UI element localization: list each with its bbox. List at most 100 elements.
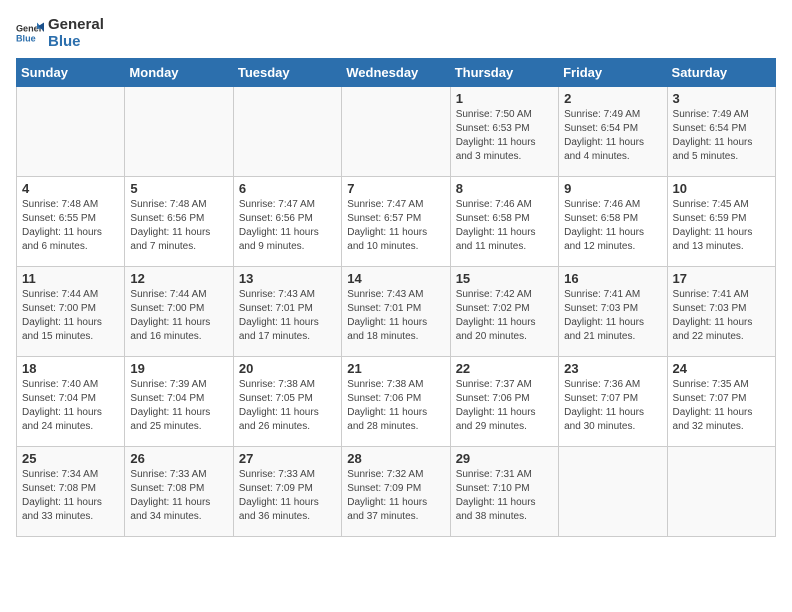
day-info: Sunrise: 7:34 AM Sunset: 7:08 PM Dayligh… xyxy=(22,468,119,524)
calendar-cell xyxy=(17,87,125,177)
day-number: 11 xyxy=(22,271,119,286)
calendar-week-4: 18 Sunrise: 7:40 AM Sunset: 7:04 PM Dayli… xyxy=(17,357,776,447)
day-number: 5 xyxy=(130,181,227,196)
day-info: Sunrise: 7:36 AM Sunset: 7:07 PM Dayligh… xyxy=(564,378,661,434)
day-number: 15 xyxy=(456,271,553,286)
day-info: Sunrise: 7:35 AM Sunset: 7:07 PM Dayligh… xyxy=(673,378,770,434)
calendar-cell: 23 Sunrise: 7:36 AM Sunset: 7:07 PM Dayli… xyxy=(559,357,667,447)
page-header: General Blue General Blue xyxy=(16,16,776,50)
calendar-cell xyxy=(125,87,233,177)
weekday-header-saturday: Saturday xyxy=(667,59,775,87)
calendar-cell: 18 Sunrise: 7:40 AM Sunset: 7:04 PM Dayli… xyxy=(17,357,125,447)
day-info: Sunrise: 7:37 AM Sunset: 7:06 PM Dayligh… xyxy=(456,378,553,434)
calendar-cell: 14 Sunrise: 7:43 AM Sunset: 7:01 PM Dayli… xyxy=(342,267,450,357)
day-number: 4 xyxy=(22,181,119,196)
svg-text:Blue: Blue xyxy=(16,33,36,43)
calendar-cell: 21Sunrise: 7:38 AM Sunset: 7:06 PM Dayli… xyxy=(342,357,450,447)
day-info: Sunrise: 7:42 AM Sunset: 7:02 PM Dayligh… xyxy=(456,288,553,344)
day-info: Sunrise: 7:33 AM Sunset: 7:08 PM Dayligh… xyxy=(130,468,227,524)
day-info: Sunrise: 7:46 AM Sunset: 6:58 PM Dayligh… xyxy=(456,198,553,254)
day-info: Sunrise: 7:31 AM Sunset: 7:10 PM Dayligh… xyxy=(456,468,553,524)
day-info: Sunrise: 7:49 AM Sunset: 6:54 PM Dayligh… xyxy=(564,108,661,164)
calendar-cell: 11 Sunrise: 7:44 AM Sunset: 7:00 PM Dayli… xyxy=(17,267,125,357)
calendar-cell xyxy=(559,447,667,537)
day-info: Sunrise: 7:43 AM Sunset: 7:01 PM Dayligh… xyxy=(347,288,444,344)
calendar-cell: 1 Sunrise: 7:50 AM Sunset: 6:53 PM Daylig… xyxy=(450,87,558,177)
calendar-cell: 10 Sunrise: 7:45 AM Sunset: 6:59 PM Dayli… xyxy=(667,177,775,267)
calendar-cell: 16 Sunrise: 7:41 AM Sunset: 7:03 PM Dayli… xyxy=(559,267,667,357)
weekday-header-friday: Friday xyxy=(559,59,667,87)
day-info: Sunrise: 7:40 AM Sunset: 7:04 PM Dayligh… xyxy=(22,378,119,434)
day-number: 27 xyxy=(239,451,336,466)
day-number: 12 xyxy=(130,271,227,286)
calendar-week-2: 4 Sunrise: 7:48 AM Sunset: 6:55 PM Daylig… xyxy=(17,177,776,267)
weekday-header-monday: Monday xyxy=(125,59,233,87)
day-info: Sunrise: 7:46 AM Sunset: 6:58 PM Dayligh… xyxy=(564,198,661,254)
day-number: 1 xyxy=(456,91,553,106)
calendar-cell xyxy=(667,447,775,537)
calendar-cell: 12 Sunrise: 7:44 AM Sunset: 7:00 PM Dayli… xyxy=(125,267,233,357)
calendar-cell: 15 Sunrise: 7:42 AM Sunset: 7:02 PM Dayli… xyxy=(450,267,558,357)
day-number: 13 xyxy=(239,271,336,286)
day-number: 9 xyxy=(564,181,661,196)
day-number: 17 xyxy=(673,271,770,286)
calendar-week-1: 1 Sunrise: 7:50 AM Sunset: 6:53 PM Daylig… xyxy=(17,87,776,177)
weekday-header-wednesday: Wednesday xyxy=(342,59,450,87)
day-info: Sunrise: 7:48 AM Sunset: 6:56 PM Dayligh… xyxy=(130,198,227,254)
day-info: Sunrise: 7:32 AM Sunset: 7:09 PM Dayligh… xyxy=(347,468,444,524)
day-info: Sunrise: 7:47 AM Sunset: 6:57 PM Dayligh… xyxy=(347,198,444,254)
day-info: Sunrise: 7:43 AM Sunset: 7:01 PM Dayligh… xyxy=(239,288,336,344)
day-number: 25 xyxy=(22,451,119,466)
day-number: 16 xyxy=(564,271,661,286)
day-info: Sunrise: 7:41 AM Sunset: 7:03 PM Dayligh… xyxy=(564,288,661,344)
calendar-cell: 28 Sunrise: 7:32 AM Sunset: 7:09 PM Dayli… xyxy=(342,447,450,537)
calendar-cell: 8 Sunrise: 7:46 AM Sunset: 6:58 PM Daylig… xyxy=(450,177,558,267)
calendar-cell: 7 Sunrise: 7:47 AM Sunset: 6:57 PM Daylig… xyxy=(342,177,450,267)
calendar-cell: 26 Sunrise: 7:33 AM Sunset: 7:08 PM Dayli… xyxy=(125,447,233,537)
logo-icon: General Blue xyxy=(16,19,44,47)
calendar-cell: 5 Sunrise: 7:48 AM Sunset: 6:56 PM Daylig… xyxy=(125,177,233,267)
day-number: 23 xyxy=(564,361,661,376)
calendar-cell: 9 Sunrise: 7:46 AM Sunset: 6:58 PM Daylig… xyxy=(559,177,667,267)
day-number: 22 xyxy=(456,361,553,376)
day-info: Sunrise: 7:50 AM Sunset: 6:53 PM Dayligh… xyxy=(456,108,553,164)
calendar-week-5: 25 Sunrise: 7:34 AM Sunset: 7:08 PM Dayli… xyxy=(17,447,776,537)
day-info: Sunrise: 7:38 AM Sunset: 7:05 PM Dayligh… xyxy=(239,378,336,434)
day-info: Sunrise: 7:48 AM Sunset: 6:55 PM Dayligh… xyxy=(22,198,119,254)
calendar-cell: 4 Sunrise: 7:48 AM Sunset: 6:55 PM Daylig… xyxy=(17,177,125,267)
weekday-header-thursday: Thursday xyxy=(450,59,558,87)
calendar-table: SundayMondayTuesdayWednesdayThursdayFrid… xyxy=(16,58,776,537)
calendar-cell xyxy=(233,87,341,177)
day-number: 7 xyxy=(347,181,444,196)
day-number: 8 xyxy=(456,181,553,196)
day-info: Sunrise: 7:45 AM Sunset: 6:59 PM Dayligh… xyxy=(673,198,770,254)
calendar-cell: 27 Sunrise: 7:33 AM Sunset: 7:09 PM Dayli… xyxy=(233,447,341,537)
day-number: 20 xyxy=(239,361,336,376)
day-number: 6 xyxy=(239,181,336,196)
day-info: Sunrise: 7:44 AM Sunset: 7:00 PM Dayligh… xyxy=(130,288,227,344)
calendar-cell: 29 Sunrise: 7:31 AM Sunset: 7:10 PM Dayli… xyxy=(450,447,558,537)
day-number: 14 xyxy=(347,271,444,286)
day-number: 18 xyxy=(22,361,119,376)
calendar-cell: 2 Sunrise: 7:49 AM Sunset: 6:54 PM Daylig… xyxy=(559,87,667,177)
day-number: 28 xyxy=(347,451,444,466)
weekday-header-tuesday: Tuesday xyxy=(233,59,341,87)
calendar-cell: 19Sunrise: 7:39 AM Sunset: 7:04 PM Dayli… xyxy=(125,357,233,447)
day-info: Sunrise: 7:38 AM Sunset: 7:06 PM Dayligh… xyxy=(347,378,444,434)
day-info: Sunrise: 7:44 AM Sunset: 7:00 PM Dayligh… xyxy=(22,288,119,344)
logo: General Blue General Blue xyxy=(16,16,104,50)
day-number: 2 xyxy=(564,91,661,106)
day-info: Sunrise: 7:33 AM Sunset: 7:09 PM Dayligh… xyxy=(239,468,336,524)
calendar-cell xyxy=(342,87,450,177)
day-number: 26 xyxy=(130,451,227,466)
weekday-header-sunday: Sunday xyxy=(17,59,125,87)
calendar-cell: 20 Sunrise: 7:38 AM Sunset: 7:05 PM Dayli… xyxy=(233,357,341,447)
calendar-cell: 3Sunrise: 7:49 AM Sunset: 6:54 PM Daylig… xyxy=(667,87,775,177)
calendar-cell: 25 Sunrise: 7:34 AM Sunset: 7:08 PM Dayli… xyxy=(17,447,125,537)
day-info: Sunrise: 7:47 AM Sunset: 6:56 PM Dayligh… xyxy=(239,198,336,254)
calendar-cell: 17Sunrise: 7:41 AM Sunset: 7:03 PM Dayli… xyxy=(667,267,775,357)
day-number: 10 xyxy=(673,181,770,196)
day-number: 19 xyxy=(130,361,227,376)
day-number: 3 xyxy=(673,91,770,106)
day-number: 29 xyxy=(456,451,553,466)
